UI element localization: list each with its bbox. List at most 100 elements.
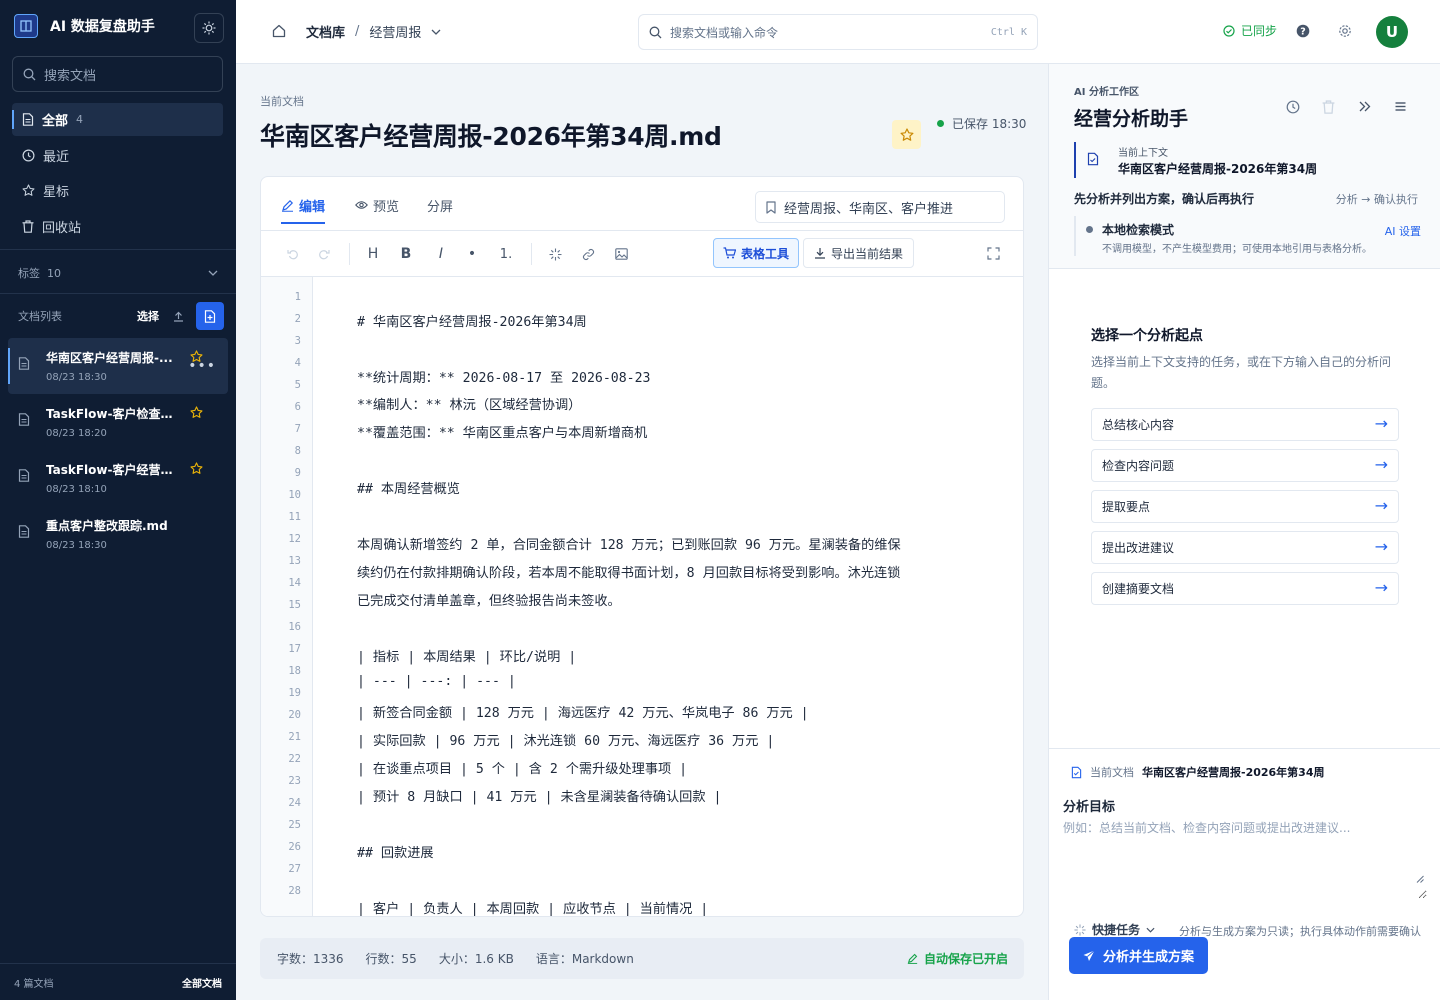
doc-list-item[interactable]: 华南区客户经营周报-... 08/23 18:30 ••• xyxy=(8,338,228,394)
sidebar-item-label: 最近 xyxy=(43,150,70,165)
pen-icon xyxy=(281,199,294,212)
book-icon xyxy=(14,14,38,38)
fullscreen-icon[interactable] xyxy=(987,247,1000,260)
gear-icon[interactable] xyxy=(1338,24,1352,38)
all-documents-link[interactable]: 全部文档 xyxy=(182,975,222,990)
chevron-down-icon[interactable] xyxy=(431,29,441,35)
editor-line: **覆盖范围：** 华南区重点客户与本周新增商机 xyxy=(357,426,648,441)
file-plus-icon xyxy=(204,309,216,323)
tab-preview[interactable]: 预览 xyxy=(355,193,399,217)
undo-icon[interactable] xyxy=(285,244,301,264)
star-icon[interactable] xyxy=(190,406,203,419)
task-summarize[interactable]: 总结核心内容 → xyxy=(1091,408,1399,441)
link-icon[interactable] xyxy=(580,244,596,264)
menu-icon[interactable] xyxy=(1394,100,1407,113)
image-icon[interactable] xyxy=(613,244,629,264)
task-extract-points[interactable]: 提取要点 → xyxy=(1091,490,1399,523)
more-icon[interactable]: ••• xyxy=(188,358,216,374)
editor-line: | 指标 | 本周结果 | 环比/说明 | xyxy=(357,650,577,665)
tab-label: 分屏 xyxy=(427,199,454,215)
editor-line: ## 回款进展 xyxy=(357,846,434,861)
task-check-issues[interactable]: 检查内容问题 → xyxy=(1091,449,1399,482)
bold-button[interactable]: B xyxy=(398,244,414,264)
avatar[interactable]: U xyxy=(1376,16,1408,48)
cart-icon xyxy=(723,247,736,259)
sidebar-item-starred[interactable]: 星标 xyxy=(12,174,223,207)
theme-toggle-button[interactable] xyxy=(194,13,224,43)
doc-date: 08/23 18:30 xyxy=(46,372,107,383)
send-icon xyxy=(1083,949,1095,962)
upload-icon[interactable] xyxy=(173,311,184,322)
editor-line: | 预计 8 月缺口 | 41 万元 | 未含星澜装备待确认回款 | xyxy=(357,790,722,805)
quick-tasks-dropdown[interactable]: 快捷任务 xyxy=(1074,921,1155,938)
line-number: 14 xyxy=(288,577,301,589)
star-icon[interactable] xyxy=(190,462,203,475)
task-label: 创建摘要文档 xyxy=(1102,582,1175,596)
doc-date: 08/23 18:10 xyxy=(46,484,107,495)
task-create-summary[interactable]: 创建摘要文档 → xyxy=(1091,572,1399,605)
sidebar-item-recent[interactable]: 最近 xyxy=(12,139,223,172)
tags-value: 经营周报、华南区、客户推进 xyxy=(784,201,954,217)
ai-settings-link[interactable]: AI 设置 xyxy=(1385,223,1421,239)
redo-icon[interactable] xyxy=(316,244,332,264)
sparkle-icon[interactable] xyxy=(547,244,563,264)
tab-label: 编辑 xyxy=(299,199,326,215)
doc-list-item[interactable]: 重点客户整改跟踪.md 08/23 18:30 xyxy=(8,506,228,562)
task-suggest-improvements[interactable]: 提出改进建议 → xyxy=(1091,531,1399,564)
tags-toggle[interactable]: 标签 10 xyxy=(18,262,218,284)
history-icon[interactable] xyxy=(1286,100,1300,114)
italic-button[interactable]: I xyxy=(433,244,449,264)
panel-title: 经营分析助手 xyxy=(1074,108,1189,130)
line-number: 22 xyxy=(288,753,301,765)
tags-input[interactable]: 经营周报、华南区、客户推进 xyxy=(755,191,1005,223)
sync-label: 已同步 xyxy=(1241,24,1278,38)
new-document-button[interactable] xyxy=(196,302,224,330)
resize-grip-icon[interactable] xyxy=(1416,875,1424,883)
home-icon[interactable] xyxy=(272,24,286,38)
breadcrumb-root[interactable]: 文档库 xyxy=(306,22,345,41)
save-status: 已保存 18:30 xyxy=(937,115,1026,132)
sidebar-item-trash[interactable]: 回收站 xyxy=(12,210,223,243)
doc-list-item[interactable]: TaskFlow-客户经营... 08/23 18:10 xyxy=(8,450,228,506)
analyze-button[interactable]: 分析并生成方案 xyxy=(1069,937,1208,974)
editor-line: | 实际回款 | 96 万元 | 沐光连锁 60 万元、海远医疗 36 万元 | xyxy=(357,734,775,749)
doc-list-item[interactable]: TaskFlow-客户检查... 08/23 18:20 xyxy=(8,394,228,450)
svg-text:?: ? xyxy=(1300,27,1306,38)
tab-edit[interactable]: 编辑 xyxy=(281,193,326,224)
help-icon[interactable]: ? xyxy=(1296,24,1310,38)
double-chevron-right-icon[interactable] xyxy=(1358,100,1371,113)
tab-split[interactable]: 分屏 xyxy=(427,193,453,217)
mode-name: 本地检索模式 xyxy=(1102,223,1175,237)
line-number: 8 xyxy=(294,445,301,457)
bullet-list-button[interactable]: • xyxy=(464,244,480,264)
favorite-button[interactable] xyxy=(892,120,921,149)
table-tool-button[interactable]: 表格工具 xyxy=(713,238,799,268)
editor-toolbar: H B I • 1. 表格工具 导出当前结果 xyxy=(261,231,1023,277)
sidebar-footer: 4 篇文档 全部文档 xyxy=(14,975,222,990)
line-number: 4 xyxy=(294,357,301,369)
editor-line: **统计周期：** 2026-08-17 至 2026-08-23 xyxy=(357,371,651,386)
autosave-status: 自动保存已开启 xyxy=(907,950,1008,967)
line-number: 15 xyxy=(288,599,301,611)
line-number: 17 xyxy=(288,643,301,655)
pen-icon xyxy=(907,953,918,964)
line-number: 13 xyxy=(288,555,301,567)
tags-label: 标签 xyxy=(18,267,40,280)
markdown-editor[interactable]: # 华南区客户经营周报-2026年第34周 **统计周期：** 2026-08-1… xyxy=(313,277,1023,916)
app-title: AI 数据复盘助手 xyxy=(50,19,155,35)
editor-line: ## 本周经营概览 xyxy=(357,482,460,497)
trash-icon[interactable] xyxy=(1322,100,1335,114)
task-label: 检查内容问题 xyxy=(1102,459,1175,473)
sidebar-item-all[interactable]: 全部 4 xyxy=(12,103,223,136)
sidebar-search-input[interactable]: 搜索文档 xyxy=(12,56,223,92)
export-button[interactable]: 导出当前结果 xyxy=(803,238,914,268)
select-button[interactable]: 选择 xyxy=(137,308,159,324)
editor-line: 续约仍在付款排期确认阶段，若本周不能取得书面计划，8 月回款目标将受到影响。沐光… xyxy=(357,566,901,581)
goal-input[interactable] xyxy=(1063,819,1427,899)
panel-label: AI 分析工作区 xyxy=(1074,87,1139,98)
ordered-list-button[interactable]: 1. xyxy=(497,244,515,264)
line-number: 10 xyxy=(288,489,301,501)
heading-button[interactable]: H xyxy=(365,244,381,264)
command-search-input[interactable]: 搜索文档或输入命令 Ctrl K xyxy=(638,14,1038,50)
breadcrumb-current[interactable]: 经营周报 xyxy=(369,22,421,41)
